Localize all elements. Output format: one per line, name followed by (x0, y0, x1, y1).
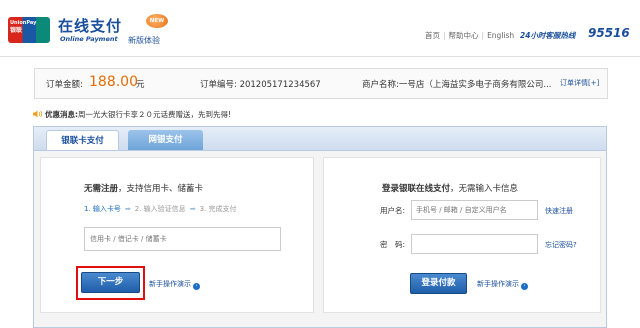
hotline-label: 24小时客服热线 (520, 31, 576, 40)
login-pay-button[interactable]: 登录付款 (410, 273, 467, 294)
password-input[interactable] (411, 234, 538, 254)
quick-register-link[interactable]: 快速注册 (545, 206, 573, 216)
home-link[interactable]: 首页 (425, 31, 440, 40)
new-version-link[interactable]: 新版体验 (128, 35, 160, 46)
step-1: 1. 输入卡号 (84, 205, 121, 213)
order-detail-link[interactable]: 订单详情[+] (560, 78, 599, 88)
merchant-name: 商户名称:一号店（上海益实多电子商务有限公司... (362, 78, 551, 90)
merchant-value: 一号店（上海益实多电子商务有限公司... (398, 80, 552, 90)
step-arrow-icon: ➡ (189, 205, 196, 213)
login-pay-title-rest: ，无需输入卡信息 (450, 184, 519, 194)
login-pay-title-bold: 登录银联在线支付 (382, 184, 451, 194)
username-label: 用户名: (380, 206, 406, 215)
speaker-icon (33, 110, 42, 118)
step-2: 2. 输入验证信息 (134, 205, 186, 213)
promo-text: 周一光大银行卡享２０元话费赠送，先到先得! (78, 110, 232, 119)
step-3: 3. 完成支付 (199, 205, 237, 213)
password-label: 密 码: (380, 240, 406, 249)
circle-arrow-icon: › (521, 283, 528, 290)
username-input[interactable] (411, 200, 538, 220)
card-pay-title-rest: ，支持信用卡、储蓄卡 (118, 184, 204, 194)
unionpay-logo: UnionPay 银联 (8, 17, 50, 43)
order-number-value: 201205171234567 (239, 80, 321, 90)
top-links: 首页 | 帮助中心 | English (425, 30, 514, 41)
card-number-input[interactable] (84, 227, 281, 251)
amount-value: 188.00 (89, 74, 138, 90)
tab-unionpay-card[interactable]: 银联卡支付 (46, 130, 119, 151)
amount-unit: 元 (136, 80, 145, 90)
payment-tab-strip (33, 126, 607, 150)
unionpay-logo-cn: 银联 (10, 27, 23, 34)
order-number-label: 订单编号: (200, 80, 237, 90)
step-arrow-icon: ➡ (124, 205, 131, 213)
separator: | (443, 31, 446, 40)
tutorial-link-left[interactable]: 新手操作演示 › (149, 279, 200, 290)
tutorial-link-label: 新手操作演示 (477, 280, 519, 288)
header-divider (0, 56, 640, 57)
circle-arrow-icon: › (193, 283, 200, 290)
promo-label: 优惠消息: (45, 110, 78, 119)
tutorial-link-label: 新手操作演示 (149, 280, 191, 288)
logo-title: 在线支付 (58, 17, 123, 35)
new-badge: NEW (146, 14, 168, 28)
help-center-link[interactable]: 帮助中心 (449, 31, 479, 40)
tutorial-link-right[interactable]: 新手操作演示 › (477, 279, 528, 290)
next-step-button[interactable]: 下一步 (81, 272, 140, 293)
logo-subtitle: Online Payment (60, 35, 118, 43)
step-indicator: 1. 输入卡号 ➡ 2. 输入验证信息 ➡ 3. 完成支付 (84, 204, 236, 214)
login-pay-title: 登录银联在线支付，无需输入卡信息 (382, 182, 518, 194)
card-pay-title: 无需注册，支持信用卡、储蓄卡 (84, 182, 203, 194)
card-pay-title-bold: 无需注册 (84, 184, 119, 194)
separator: | (481, 31, 485, 40)
tab-online-banking[interactable]: 网银支付 (128, 130, 203, 150)
forgot-password-link[interactable]: 忘记密码? (545, 240, 577, 250)
promo-message: 优惠消息:周一光大银行卡享２０元话费赠送，先到先得! (33, 109, 231, 120)
unionpay-logo-text: UnionPay (10, 20, 37, 26)
hotline-number: 95516 (588, 26, 630, 40)
order-number: 订单编号: 201205171234567 (200, 78, 321, 90)
amount-label: 订单金额: (46, 80, 83, 90)
merchant-label: 商户名称: (362, 80, 399, 90)
english-link[interactable]: English (487, 31, 514, 40)
